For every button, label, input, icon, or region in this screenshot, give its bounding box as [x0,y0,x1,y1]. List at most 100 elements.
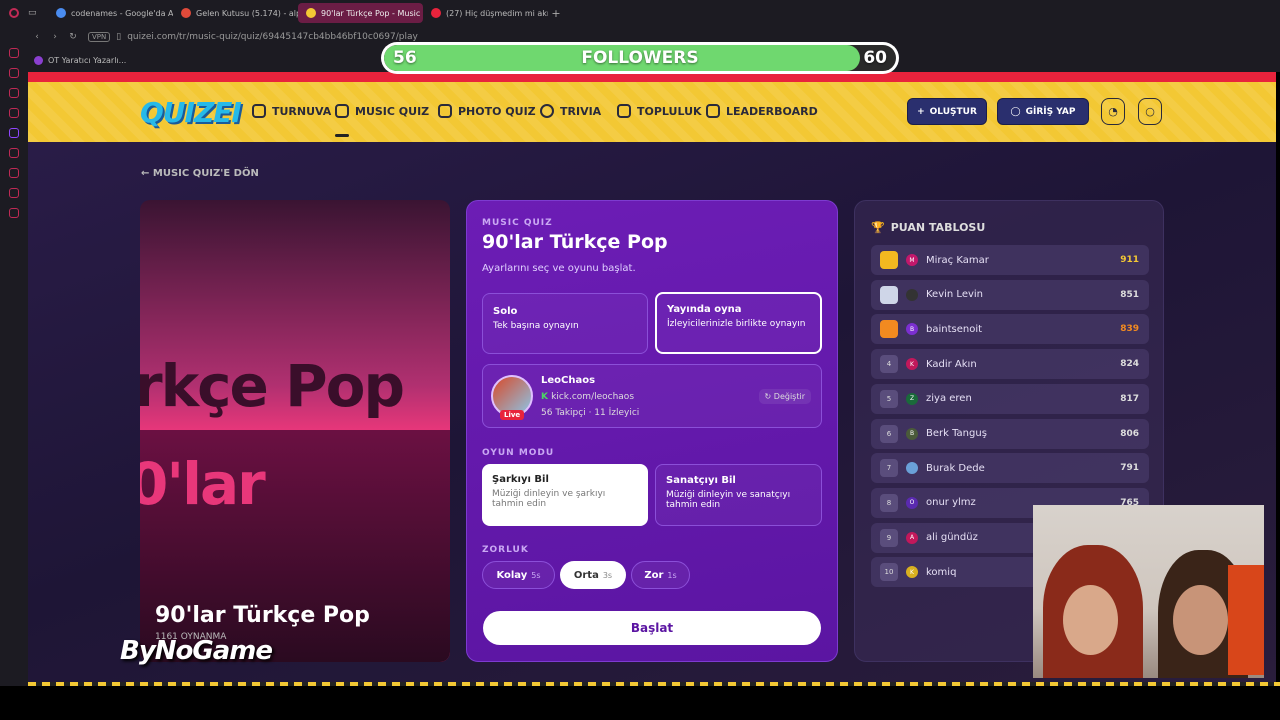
reload-icon[interactable]: ↻ [64,32,82,42]
plus-icon: + [917,106,925,117]
trophy-icon: 🏆 [871,221,885,234]
mode-stream[interactable]: Yayında oyna İzleyicilerinizle birlikte o… [655,292,822,354]
difficulty-label: ZORLUK [482,545,529,555]
quiz-kicker: MUSIC QUIZ [482,218,553,228]
user-name: Burak Dede [926,462,985,474]
followers-current: 56 [393,48,417,68]
user-avatar: B [906,323,918,336]
quiz-cover-card: rkçe Pop 0'lar 90'lar Türkçe Pop 1161 OY… [140,200,450,662]
back-to-music-quiz-link[interactable]: ← MUSIC QUIZ'E DÖN [141,168,259,179]
nav-topluluk[interactable]: TOPLULUK [617,104,702,118]
tab-4[interactable]: (27) Hiç düşmedim mi akın [423,3,548,23]
twitch-icon[interactable] [9,128,19,138]
user-score: 791 [1120,463,1139,474]
nav-turnuva[interactable]: TURNUVA [252,104,331,118]
followers-goal: 60 [863,48,887,68]
leaderboard-row: 6 B Berk Tanguş 806 [871,418,1149,449]
gmail-icon [181,8,191,18]
notification-bell-icon[interactable]: ◔ [1101,98,1125,125]
leaderboard-row: Kevin Levin 851 [871,279,1149,310]
webcam-face-1 [1063,585,1118,655]
browser-tab-bar: ▭ codenames - Google'da Ar Gelen Kutusu … [0,0,1280,26]
settings-icon[interactable] [9,208,19,218]
site-navbar: QUIZEI TURNUVA MUSIC QUIZ PHOTO QUIZ TRI… [28,82,1276,142]
users-icon [617,104,631,118]
tab-overview-icon[interactable]: ▭ [28,8,48,18]
difficulty-easy[interactable]: Kolay 5s [482,561,555,589]
trophy-icon [252,104,266,118]
sidebar-icon-5[interactable] [9,148,19,158]
browser-menu-icon[interactable] [0,8,28,18]
sidebar-icon-3[interactable] [9,88,19,98]
game-mode-label: OYUN MODU [482,448,555,458]
nav-leaderboard[interactable]: LEADERBOARD [706,104,818,118]
user-score: 824 [1120,359,1139,370]
user-avatar: M [906,254,918,266]
game-mode-song[interactable]: Şarkıyı Bil Müziği dinleyin ve şarkıyı ta… [482,464,648,526]
streamer-stats: 56 Takipçi · 11 İzleyici [541,408,640,418]
sidebar-icon-7[interactable] [9,188,19,198]
tab-3[interactable]: 90'lar Türkçe Pop - Music [298,3,423,23]
cover-art-text: rkçe Pop [140,352,405,420]
mode-solo[interactable]: Solo Tek başına oynayın [482,293,648,354]
active-nav-indicator [335,134,349,137]
camera-icon [438,104,452,118]
create-button[interactable]: + OLUŞTUR [907,98,987,125]
lock-icon: ▯ [116,32,122,42]
streamer-name: LeoChaos [541,375,596,386]
game-mode-artist[interactable]: Sanatçıyı Bil Müziği dinleyin ve sanatçıy… [655,464,822,526]
rank-badge: 7 [880,459,898,478]
rank-badge: 10 [880,563,898,582]
sidebar-icon-6[interactable] [9,168,19,178]
bynogame-watermark: ByNoGame [120,636,273,666]
refresh-icon: ↻ [764,392,774,401]
sidebar-icon-4[interactable] [9,108,19,118]
tab-2[interactable]: Gelen Kutusu (5.174) - alp [173,3,298,23]
back-icon[interactable]: ‹ [28,32,46,42]
search-icon[interactable]: ○ [1138,98,1162,125]
bookmark-item[interactable]: OT Yaratıcı Yazarlı... [48,56,126,65]
tab-1[interactable]: codenames - Google'da Ar [48,3,173,23]
quizei-logo[interactable]: QUIZEI [140,96,242,129]
login-button[interactable]: ◯ GİRİŞ YAP [997,98,1089,125]
forward-icon[interactable]: › [46,32,64,42]
leaderboard-row: 4 K Kadir Akın 824 [871,349,1149,380]
difficulty-hard[interactable]: Zor 1s [631,561,690,589]
webcam-face-2 [1173,585,1228,655]
new-tab-icon[interactable]: + [548,7,564,20]
user-name: Miraç Kamar [926,254,989,266]
nav-photo-quiz[interactable]: PHOTO QUIZ [438,104,536,118]
user-avatar: A [906,531,918,544]
browser-sidebar [0,26,28,686]
user-name: Kadir Akın [926,358,977,370]
url-field[interactable]: quizei.com/tr/music-quiz/quiz/69445147cb… [127,32,418,42]
user-score: 851 [1120,289,1139,300]
sidebar-icon-1[interactable] [9,48,19,58]
leaderboard-row: M Miraç Kamar 911 [871,245,1149,275]
vpn-badge[interactable]: VPN [88,32,111,42]
user-score: 817 [1120,393,1139,404]
user-score: 839 [1120,324,1139,335]
webcam-overlay [1033,505,1264,678]
user-avatar: Z [906,392,918,405]
start-button[interactable]: Başlat [483,611,821,645]
arrow-left-icon: ← [141,168,153,179]
streamer-url: K kick.com/leochaos [541,392,635,402]
difficulty-medium[interactable]: Orta 3s [560,561,626,589]
quiz-subtitle: Ayarlarını seç ve oyunu başlat. [482,263,636,274]
followers-goal-bar: 56 FOLLOWERS 60 [381,42,899,74]
user-avatar: O [906,496,918,509]
sidebar-icon-2[interactable] [9,68,19,78]
rank-badge: 6 [880,424,898,443]
user-score: 911 [1120,255,1139,265]
nav-music-quiz[interactable]: MUSIC QUIZ [335,104,429,118]
nav-trivia[interactable]: TRIVIA [540,104,601,118]
question-icon [540,104,554,118]
user-name: ziya eren [926,393,972,405]
leaderboard-row: Bbaintsenoit 839 [871,314,1149,345]
leaderboard-row: 5 Zziya eren 817 [871,383,1149,414]
user-avatar: K [906,358,918,371]
webcam-chair [1228,565,1264,675]
kick-icon: K [541,392,552,402]
change-streamer-button[interactable]: ↻ Değiştir [758,389,811,404]
